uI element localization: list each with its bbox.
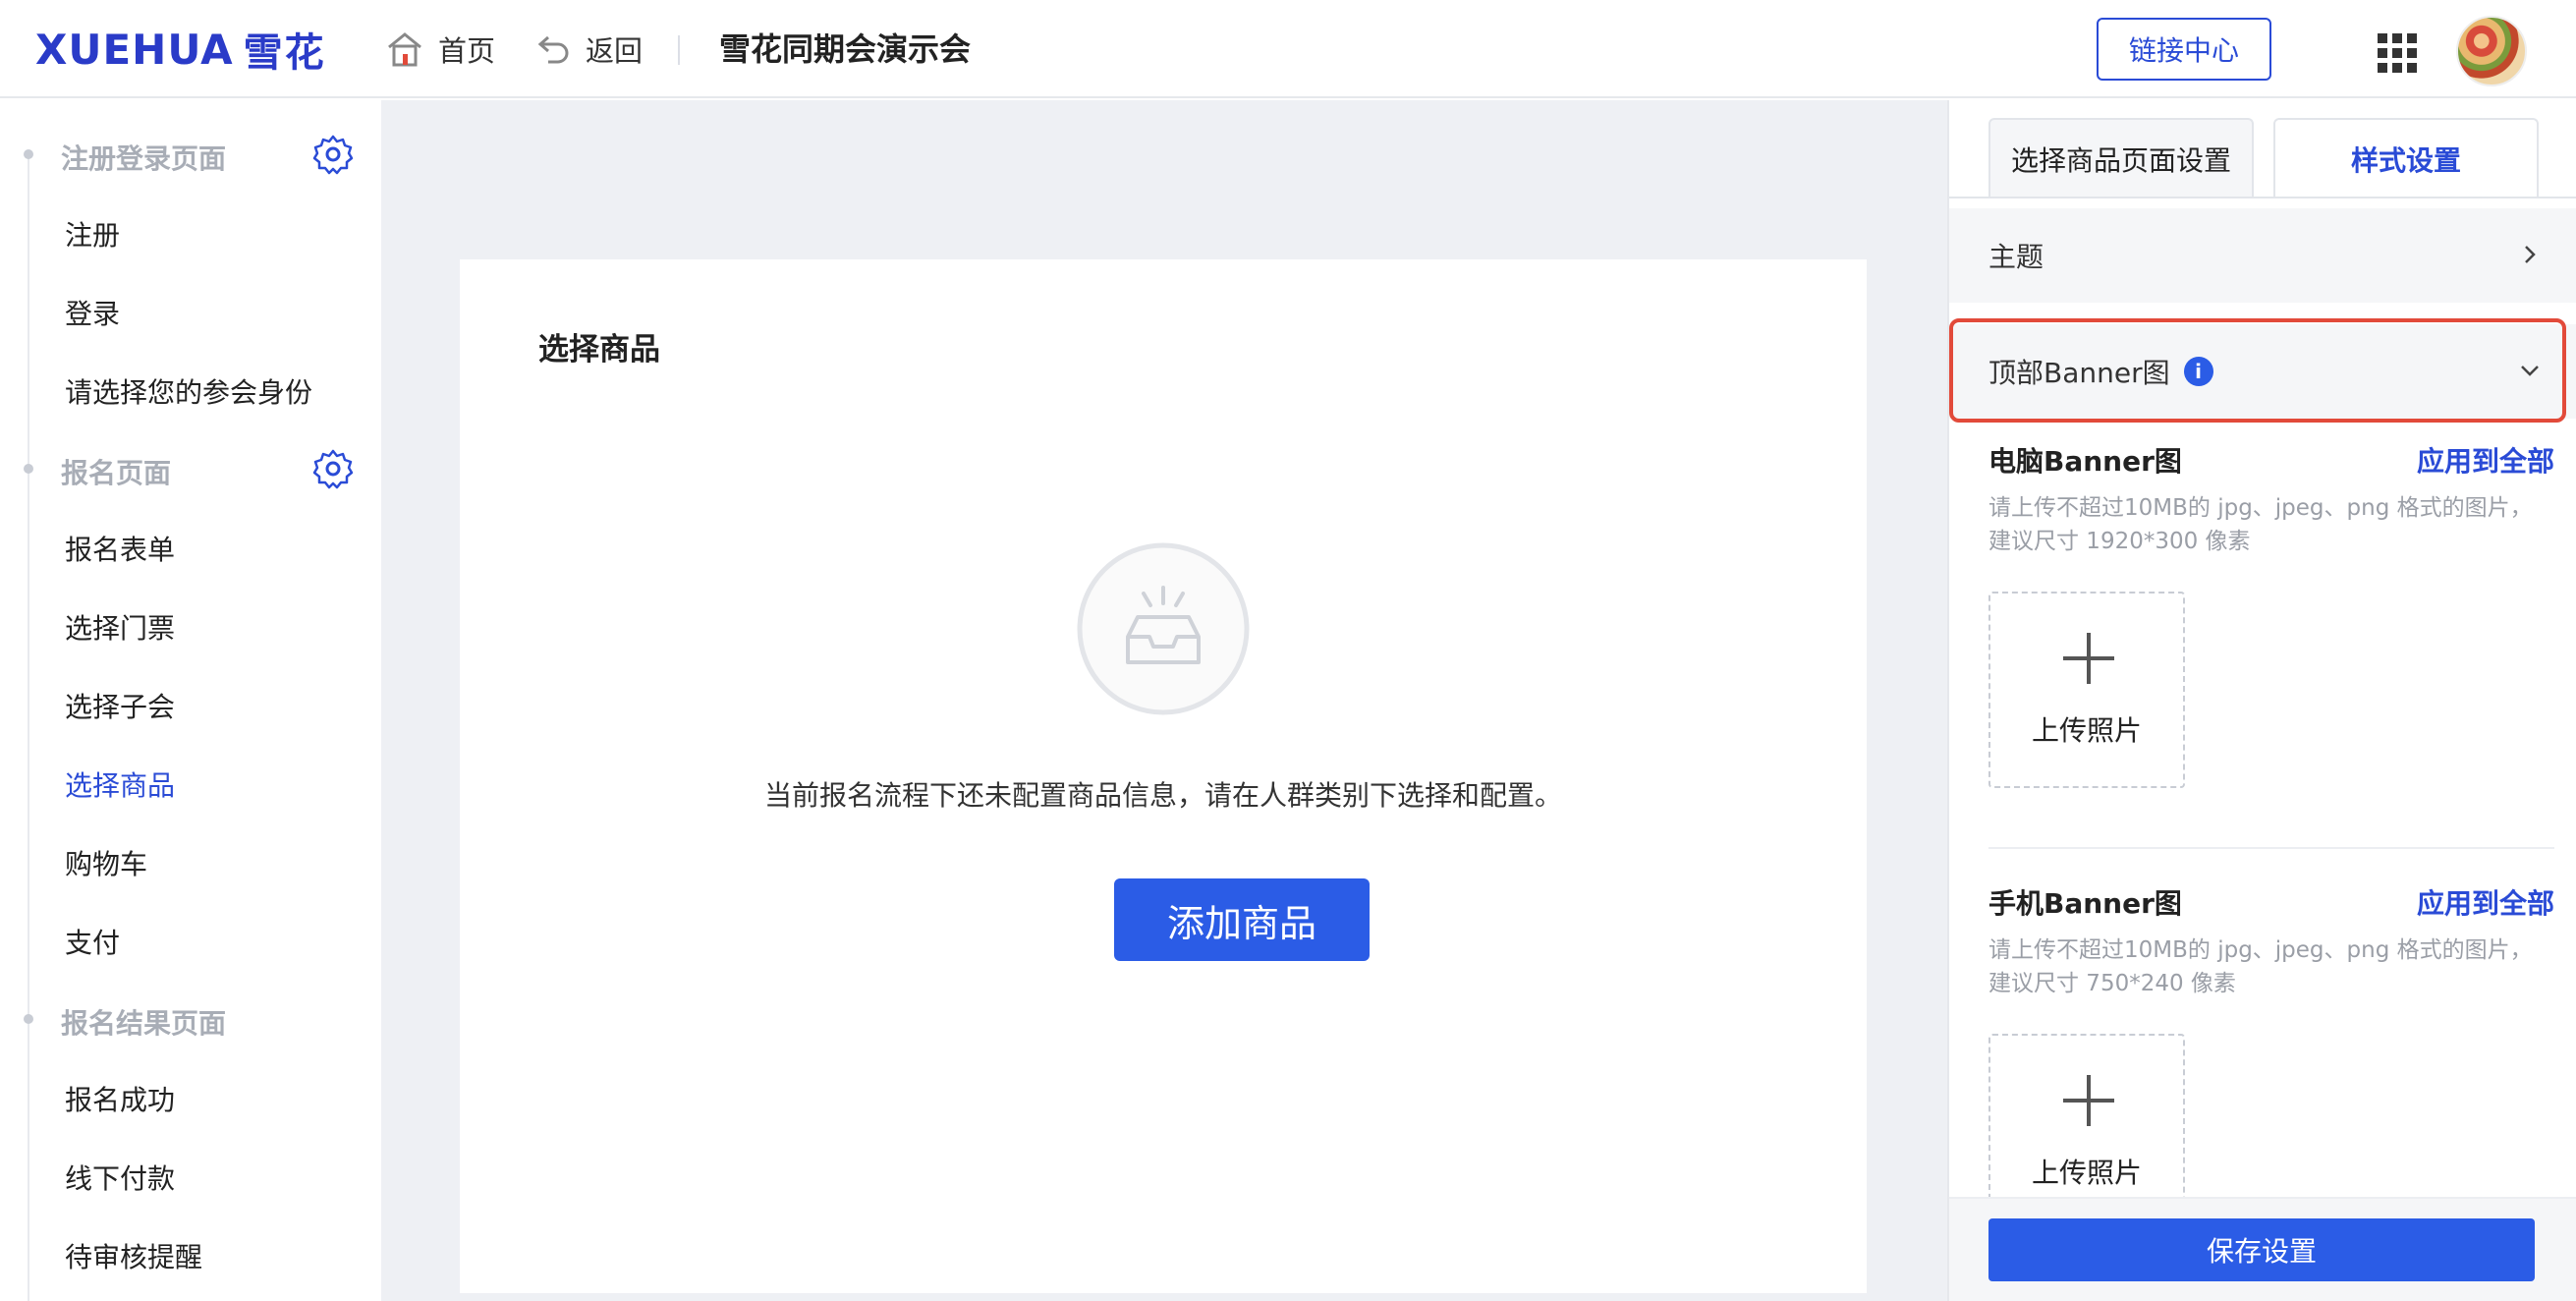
- sidebar-section-signup: 报名页面: [0, 434, 381, 503]
- save-settings-button[interactable]: 保存设置: [1988, 1218, 2535, 1281]
- sidebar: 注册登录页面 注册 登录 请选择您的参会身份 报名页面 报名表单 选择门票 选择…: [0, 100, 381, 1301]
- chevron-right-icon: [2525, 246, 2536, 263]
- banner-collapse-row[interactable]: 顶部Banner图 i: [1949, 324, 2576, 419]
- theme-collapse-row[interactable]: 主题: [1949, 208, 2576, 303]
- section-title: 报名结果页面: [61, 1007, 227, 1040]
- upload-label: 上传照片: [2031, 1157, 2142, 1189]
- banner-label: 顶部Banner图: [1988, 357, 2170, 389]
- section-title: 注册登录页面: [61, 142, 227, 175]
- add-product-button[interactable]: 添加商品: [1114, 878, 1370, 961]
- sidebar-section-result: 报名结果页面: [0, 985, 381, 1053]
- link-center-button[interactable]: 链接中心: [2097, 18, 2271, 81]
- mobile-banner-title: 手机Banner图: [1988, 887, 2182, 920]
- plus-icon: [2063, 633, 2114, 684]
- avatar[interactable]: [2456, 16, 2527, 86]
- main-canvas: 选择商品 当前报名流程下还未配置商品信息，请在人群类别下选择和配置。 添加商品: [381, 100, 1947, 1301]
- page-title: 雪花同期会演示会: [719, 30, 972, 68]
- home-icon: [388, 32, 421, 67]
- banner-label-wrap: 顶部Banner图 i: [1988, 352, 2213, 391]
- mobile-banner-hint: 请上传不超过10MB的 jpg、jpeg、png 格式的图片，建议尺寸 750*…: [1988, 937, 2533, 996]
- back-link[interactable]: 返回: [536, 28, 643, 71]
- logo-cn: 雪花: [243, 30, 326, 76]
- tab-page-settings[interactable]: 选择商品页面设置: [1988, 118, 2254, 198]
- tab-style-settings[interactable]: 样式设置: [2273, 118, 2539, 198]
- theme-label: 主题: [1988, 241, 2044, 273]
- sidebar-item-products[interactable]: 选择商品: [65, 759, 360, 814]
- settings-panel: 选择商品页面设置 样式设置 主题 顶部Banner图 i 电脑Banner图 应…: [1947, 100, 2576, 1301]
- mobile-apply-all-link[interactable]: 应用到全部: [2401, 882, 2554, 922]
- section-dot: [24, 464, 33, 474]
- panel-footer: 保存设置: [1949, 1197, 2576, 1301]
- empty-state-text: 当前报名流程下还未配置商品信息，请在人群类别下选择和配置。: [763, 779, 1562, 812]
- sidebar-item-review-reminder[interactable]: 待审核提醒: [65, 1230, 360, 1285]
- tab-underline: [1949, 197, 2576, 198]
- sidebar-item-login[interactable]: 登录: [65, 287, 360, 342]
- upload-label: 上传照片: [2031, 714, 2142, 747]
- brand-logo[interactable]: XUEHUA 雪花: [35, 25, 326, 77]
- back-arrow-icon: [537, 35, 569, 64]
- header-divider: [678, 35, 680, 65]
- pc-banner-title: 电脑Banner图: [1988, 445, 2182, 478]
- section-title: 报名页面: [61, 457, 172, 489]
- chevron-down-icon: [2521, 366, 2539, 376]
- sidebar-item-tickets[interactable]: 选择门票: [65, 601, 360, 656]
- section-dot: [24, 1014, 33, 1024]
- pc-banner-uploader[interactable]: 上传照片: [1988, 592, 2185, 788]
- sidebar-item-success[interactable]: 报名成功: [65, 1073, 360, 1128]
- sidebar-item-offline-pay[interactable]: 线下付款: [65, 1152, 360, 1207]
- apps-grid-icon[interactable]: [2378, 33, 2417, 73]
- home-link[interactable]: 首页: [385, 28, 495, 71]
- info-icon[interactable]: i: [2183, 357, 2213, 386]
- home-label: 首页: [438, 34, 496, 68]
- sidebar-item-sub-meetings[interactable]: 选择子会: [65, 680, 360, 735]
- top-header: XUEHUA 雪花 首页 返回 雪花同期会演示会 链接中心: [0, 0, 2576, 98]
- pc-apply-all-link[interactable]: 应用到全部: [2401, 440, 2554, 480]
- empty-inbox-icon: [1077, 542, 1250, 715]
- back-label: 返回: [586, 34, 644, 68]
- sidebar-item-signup-form[interactable]: 报名表单: [65, 523, 360, 578]
- sidebar-item-cart[interactable]: 购物车: [65, 837, 360, 892]
- logo-latin: XUEHUA: [35, 25, 234, 74]
- sidebar-item-identity[interactable]: 请选择您的参会身份: [65, 366, 360, 421]
- pc-banner-hint: 请上传不超过10MB的 jpg、jpeg、png 格式的图片，建议尺寸 1920…: [1988, 495, 2533, 554]
- section-divider: [1988, 847, 2554, 849]
- gear-icon[interactable]: [312, 134, 354, 175]
- gear-icon[interactable]: [312, 448, 354, 489]
- preview-card: 选择商品 当前报名流程下还未配置商品信息，请在人群类别下选择和配置。 添加商品: [460, 259, 1867, 1293]
- sidebar-section-register-login: 注册登录页面: [0, 120, 381, 189]
- tree-line: [28, 157, 29, 1301]
- sidebar-item-register[interactable]: 注册: [65, 208, 360, 263]
- sidebar-item-payment[interactable]: 支付: [65, 916, 360, 971]
- plus-icon: [2063, 1075, 2114, 1126]
- card-title: 选择商品: [538, 332, 660, 368]
- section-dot: [24, 149, 33, 159]
